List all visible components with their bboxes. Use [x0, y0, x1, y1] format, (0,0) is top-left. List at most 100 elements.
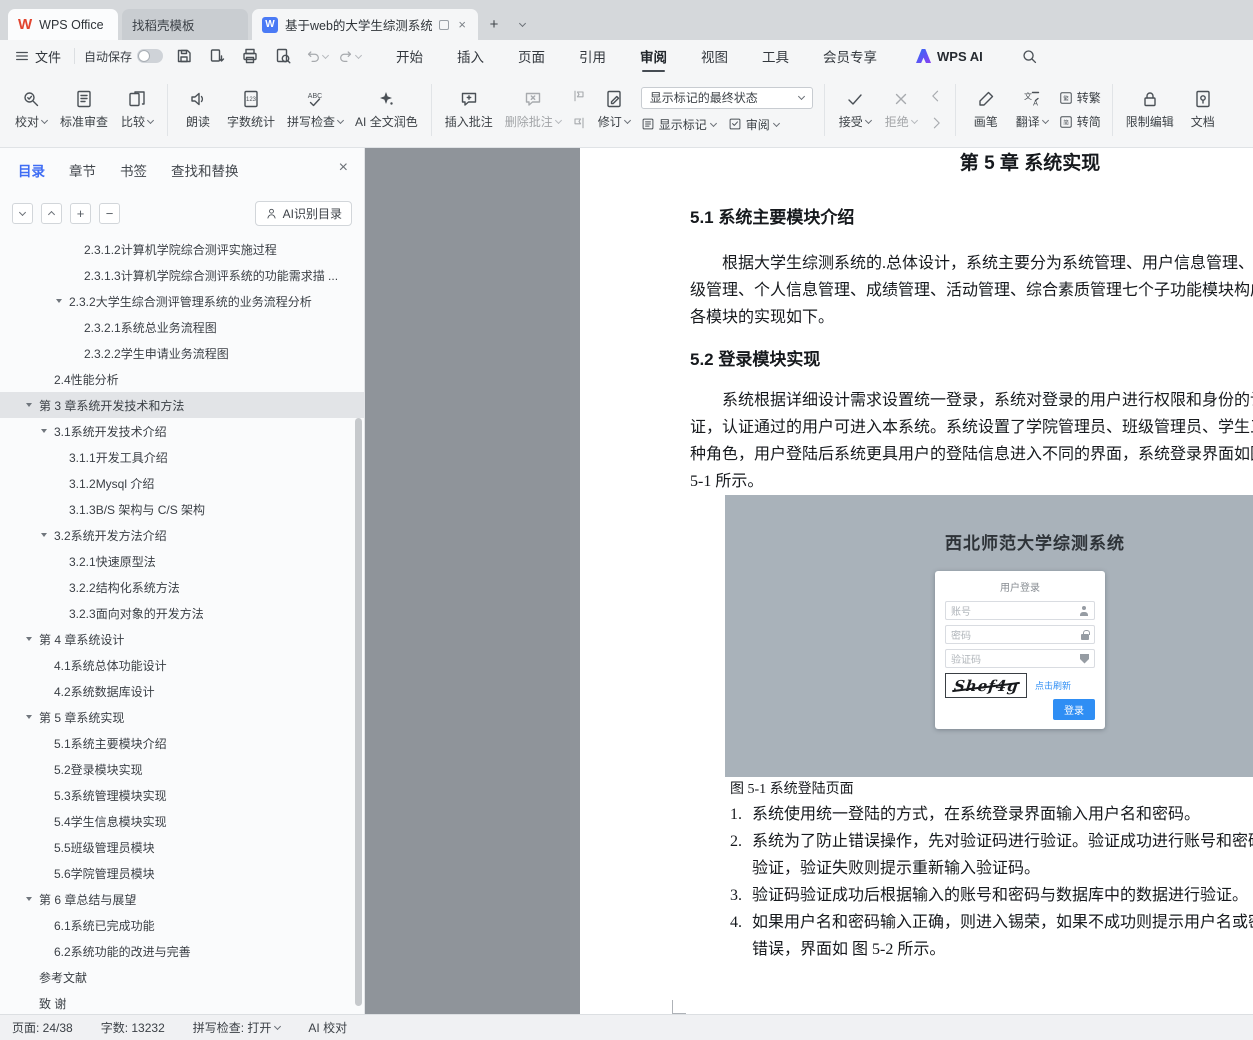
- next-comment-button[interactable]: [569, 113, 589, 133]
- sidebar-tab-find-replace[interactable]: 查找和替换: [171, 160, 239, 180]
- toc-item[interactable]: 3.1.1开发工具介绍: [0, 444, 364, 470]
- ai-proofread-button[interactable]: AI 校对: [308, 1019, 347, 1036]
- wps-ai-button[interactable]: WPS AI: [916, 49, 983, 64]
- new-tab-button[interactable]: +: [482, 12, 506, 36]
- toc-expand-icon[interactable]: [41, 429, 54, 433]
- print-preview-button[interactable]: [271, 44, 295, 68]
- toc-expand-icon[interactable]: [26, 403, 39, 407]
- toc-item[interactable]: 第 3 章系统开发技术和方法: [0, 392, 364, 418]
- ribbon-tab-review[interactable]: 审阅: [638, 40, 669, 72]
- toc-item[interactable]: 3.2.3面向对象的开发方法: [0, 600, 364, 626]
- to-traditional-button[interactable]: 繁 转繁: [1059, 89, 1101, 106]
- toc-item[interactable]: 2.3.2.2学生申请业务流程图: [0, 340, 364, 366]
- autosave-control[interactable]: 自动保存: [84, 48, 164, 65]
- toc-item[interactable]: 3.1.2Mysql 介绍: [0, 470, 364, 496]
- toc-expand-icon[interactable]: [56, 299, 69, 303]
- previous-comment-button[interactable]: [569, 86, 589, 106]
- toc-item[interactable]: 第 4 章系统设计: [0, 626, 364, 652]
- toc-item[interactable]: 2.3.2大学生综合测评管理系统的业务流程分析: [0, 288, 364, 314]
- ribbon-tab-start[interactable]: 开始: [394, 40, 425, 72]
- toc-item[interactable]: 致 谢: [0, 990, 364, 1014]
- sidebar-tab-contents[interactable]: 目录: [18, 160, 45, 180]
- standard-review-button[interactable]: 标准审查: [54, 78, 114, 142]
- delete-comment-button[interactable]: 删除批注: [499, 78, 567, 142]
- sidebar-scrollbar[interactable]: [355, 418, 362, 1006]
- ribbon-tab-view[interactable]: 视图: [699, 40, 730, 72]
- tab-list-button[interactable]: [510, 12, 534, 36]
- autosave-toggle[interactable]: [137, 49, 164, 63]
- to-simplified-button[interactable]: 简 转简: [1059, 113, 1101, 130]
- spell-check-button[interactable]: ABC 拼写检查: [281, 78, 349, 142]
- reject-button[interactable]: 拒绝: [878, 78, 924, 142]
- close-sidebar-icon[interactable]: ×: [339, 160, 348, 176]
- toc-item[interactable]: 第 5 章系统实现: [0, 704, 364, 730]
- ai-polish-button[interactable]: AI 全文润色: [349, 78, 424, 142]
- toc-item[interactable]: 4.2系统数据库设计: [0, 678, 364, 704]
- export-pdf-button[interactable]: [205, 44, 229, 68]
- login-screenshot-figure[interactable]: 西北师范大学综测系统 用户登录 账号 密码 验证码 Shef4g 点击刷新 登录: [725, 495, 1253, 777]
- search-button[interactable]: [1018, 44, 1042, 68]
- tab-docer-templates[interactable]: 找稻壳模板: [122, 9, 248, 40]
- toc-expand-icon[interactable]: [26, 637, 39, 641]
- toc-item[interactable]: 6.2系统功能的改进与完善: [0, 938, 364, 964]
- toc-item[interactable]: 5.1系统主要模块介绍: [0, 730, 364, 756]
- file-menu-button[interactable]: 文件: [10, 47, 65, 66]
- toc-expand-icon[interactable]: [26, 715, 39, 719]
- toc-expand-icon[interactable]: [41, 533, 54, 537]
- ribbon-tab-member[interactable]: 会员专享: [821, 40, 879, 72]
- expand-all-button[interactable]: [41, 202, 62, 224]
- toc-item[interactable]: 3.2系统开发方法介绍: [0, 522, 364, 548]
- restrict-edit-button[interactable]: 限制编辑: [1120, 78, 1180, 142]
- zoom-in-button[interactable]: +: [70, 202, 91, 224]
- toc-item[interactable]: 2.3.1.3计算机学院综合测评系统的功能需求描 ...: [0, 262, 364, 288]
- toc-item[interactable]: 2.4性能分析: [0, 366, 364, 392]
- close-tab-icon[interactable]: ×: [456, 17, 468, 32]
- brush-button[interactable]: 画笔: [963, 78, 1009, 142]
- sidebar-tab-chapters[interactable]: 章节: [69, 160, 96, 180]
- ai-recognize-toc-button[interactable]: AI识别目录: [254, 200, 352, 226]
- toc-item[interactable]: 第 6 章总结与展望: [0, 886, 364, 912]
- redo-button[interactable]: [337, 44, 362, 68]
- word-count-button[interactable]: 123 字数统计: [221, 78, 281, 142]
- translate-button[interactable]: 文A 翻译: [1009, 78, 1055, 142]
- spell-check-status[interactable]: 拼写检查: 打开: [193, 1019, 282, 1036]
- track-changes-button[interactable]: 修订: [591, 78, 637, 142]
- tab-wps-home[interactable]: W WPS Office: [8, 9, 118, 40]
- toc-item[interactable]: 参考文献: [0, 964, 364, 990]
- toc-item[interactable]: 2.3.1.2计算机学院综合测评实施过程: [0, 236, 364, 262]
- doc-permission-button[interactable]: 文档: [1180, 78, 1226, 142]
- toc-item[interactable]: 4.1系统总体功能设计: [0, 652, 364, 678]
- review-options-button[interactable]: 审阅: [728, 116, 780, 133]
- toc-item[interactable]: 3.2.2结构化系统方法: [0, 574, 364, 600]
- save-button[interactable]: [172, 44, 196, 68]
- show-markup-button[interactable]: 显示标记: [641, 116, 717, 133]
- proofread-button[interactable]: 校对: [8, 78, 54, 142]
- collapse-all-button[interactable]: [12, 202, 33, 224]
- ribbon-tab-tools[interactable]: 工具: [760, 40, 791, 72]
- toc-item[interactable]: 5.3系统管理模块实现: [0, 782, 364, 808]
- toc-item[interactable]: 3.1系统开发技术介绍: [0, 418, 364, 444]
- next-revision-button[interactable]: [926, 113, 946, 133]
- ribbon-tab-page[interactable]: 页面: [516, 40, 547, 72]
- tab-active-document[interactable]: W 基于web的大学生综测系统设 ×: [252, 9, 478, 40]
- document-page[interactable]: 第 5 章 系统实现 5.1 系统主要模块介绍 根据大学生综测系统的.总体设计，…: [580, 148, 1253, 1014]
- read-aloud-button[interactable]: 朗读: [175, 78, 221, 142]
- toc-item[interactable]: 3.2.1快速原型法: [0, 548, 364, 574]
- toc-item[interactable]: 3.1.3B/S 架构与 C/S 架构: [0, 496, 364, 522]
- markup-state-dropdown[interactable]: 显示标记的最终状态: [640, 86, 813, 109]
- accept-button[interactable]: 接受: [832, 78, 878, 142]
- undo-button[interactable]: [304, 44, 329, 68]
- toc-item[interactable]: 5.6学院管理员模块: [0, 860, 364, 886]
- print-button[interactable]: [238, 44, 262, 68]
- previous-revision-button[interactable]: [926, 86, 946, 106]
- toc-item[interactable]: 6.1系统已完成功能: [0, 912, 364, 938]
- ribbon-tab-insert[interactable]: 插入: [455, 40, 486, 72]
- toc-item[interactable]: 2.3.2.1系统总业务流程图: [0, 314, 364, 340]
- compare-button[interactable]: 比较: [114, 78, 160, 142]
- toc-expand-icon[interactable]: [26, 897, 39, 901]
- zoom-out-button[interactable]: −: [99, 202, 120, 224]
- toc-item[interactable]: 5.2登录模块实现: [0, 756, 364, 782]
- insert-comment-button[interactable]: 插入批注: [439, 78, 499, 142]
- toc-item[interactable]: 5.4学生信息模块实现: [0, 808, 364, 834]
- toc-item[interactable]: 5.5班级管理员模块: [0, 834, 364, 860]
